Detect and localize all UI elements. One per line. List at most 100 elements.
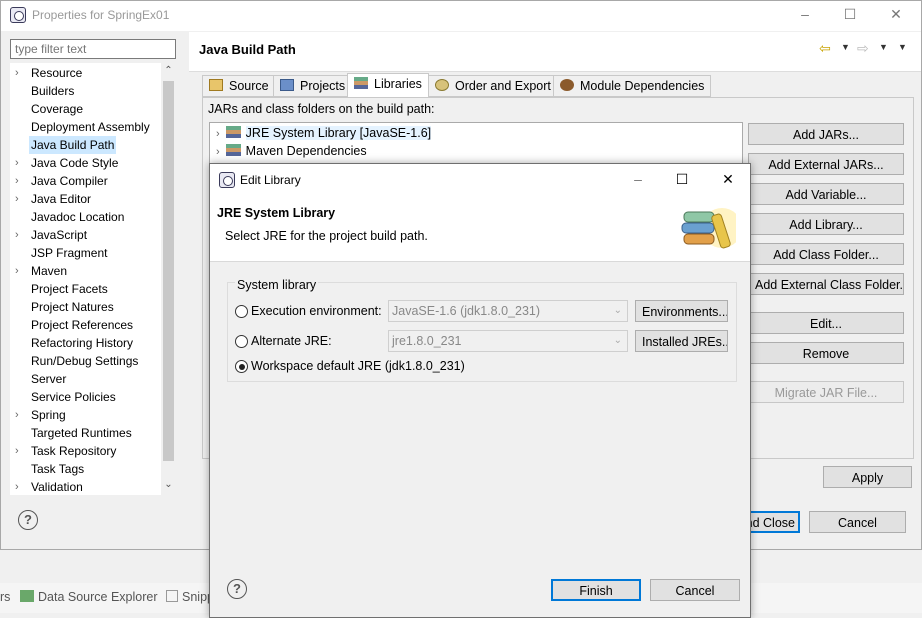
- tree-item[interactable]: Deployment Assembly: [10, 118, 160, 136]
- add-library-button[interactable]: Add Library...: [748, 213, 904, 235]
- execution-environment-label: Execution environment:: [251, 304, 382, 318]
- dialog-heading: JRE System Library: [217, 206, 336, 220]
- help-icon[interactable]: ?: [227, 579, 247, 599]
- tree-item[interactable]: Refactoring History: [10, 334, 160, 352]
- add-jars-button[interactable]: Add JARs...: [748, 123, 904, 145]
- expand-chevron-icon[interactable]: ›: [15, 478, 19, 495]
- apply-button[interactable]: Apply: [823, 466, 912, 488]
- tree-item-label: Targeted Runtimes: [31, 426, 132, 440]
- tab-order-and-export[interactable]: Order and Export: [428, 75, 558, 97]
- tree-item-label: Refactoring History: [31, 336, 134, 350]
- module-icon: [560, 79, 574, 91]
- expand-chevron-icon[interactable]: ›: [15, 226, 19, 244]
- remove-button[interactable]: Remove: [748, 342, 904, 364]
- workspace-default-radio[interactable]: [235, 360, 248, 373]
- back-arrow-icon[interactable]: ⇦: [819, 40, 831, 57]
- tree-item-label: Project Natures: [31, 300, 114, 314]
- expand-chevron-icon[interactable]: ›: [15, 190, 19, 208]
- forward-arrow-icon[interactable]: ⇨: [857, 40, 869, 57]
- tree-item[interactable]: › JavaScript: [10, 226, 160, 244]
- back-dropdown-icon[interactable]: ▼: [841, 42, 850, 52]
- tree-item[interactable]: › Validation: [10, 478, 160, 495]
- tree-item-label: Task Tags: [31, 462, 85, 476]
- tree-item[interactable]: Builders: [10, 82, 160, 100]
- tree-item[interactable]: Task Tags: [10, 460, 160, 478]
- tree-item[interactable]: Javadoc Location: [10, 208, 160, 226]
- tree-item[interactable]: › Task Repository: [10, 442, 160, 460]
- tree-item[interactable]: Project References: [10, 316, 160, 334]
- tree-item[interactable]: › Spring: [10, 406, 160, 424]
- view-menu-icon[interactable]: ▼: [898, 42, 907, 52]
- tree-item[interactable]: Project Facets: [10, 280, 160, 298]
- forward-dropdown-icon[interactable]: ▼: [879, 42, 888, 52]
- finish-button[interactable]: Finish: [551, 579, 641, 601]
- workspace-default-label: Workspace default JRE (jdk1.8.0_231): [251, 359, 465, 373]
- order-export-icon: [435, 79, 449, 91]
- tree-item[interactable]: › Resource: [10, 64, 160, 82]
- expand-chevron-icon[interactable]: ›: [216, 146, 220, 158]
- tree-item[interactable]: › Java Compiler: [10, 172, 160, 190]
- add-external-class-folder-button[interactable]: Add External Class Folder...: [748, 273, 904, 295]
- view-tab-fragment[interactable]: rs: [0, 590, 10, 604]
- tab-libraries[interactable]: Libraries: [347, 73, 429, 98]
- add-external-jars-button[interactable]: Add External JARs...: [748, 153, 904, 175]
- execution-environment-radio[interactable]: [235, 305, 248, 318]
- close-icon[interactable]: ✕: [888, 6, 904, 22]
- environments-button[interactable]: Environments...: [635, 300, 728, 322]
- tab-source[interactable]: Source: [202, 75, 276, 97]
- tree-item[interactable]: Coverage: [10, 100, 160, 118]
- add-variable-button[interactable]: Add Variable...: [748, 183, 904, 205]
- tree-item-label: Coverage: [31, 102, 84, 116]
- expand-chevron-icon[interactable]: ›: [15, 262, 19, 280]
- expand-chevron-icon[interactable]: ›: [15, 442, 19, 460]
- alternate-jre-combo[interactable]: jre1.8.0_231 ⌄: [388, 330, 628, 352]
- expand-chevron-icon[interactable]: ›: [216, 128, 220, 140]
- filter-input[interactable]: [10, 39, 176, 59]
- maximize-icon[interactable]: ☐: [674, 171, 690, 187]
- view-tab-snippets[interactable]: Snipp: [166, 590, 214, 604]
- tree-item-label: Java Compiler: [31, 174, 108, 188]
- maximize-icon[interactable]: ☐: [842, 6, 858, 22]
- tree-item[interactable]: JSP Fragment: [10, 244, 160, 262]
- minimize-icon[interactable]: –: [630, 171, 646, 187]
- tree-item[interactable]: Server: [10, 370, 160, 388]
- tree-item[interactable]: Run/Debug Settings: [10, 352, 160, 370]
- library-row-maven[interactable]: › Maven Dependencies: [216, 142, 367, 160]
- cancel-button[interactable]: Cancel: [809, 511, 906, 533]
- expand-chevron-icon[interactable]: ›: [15, 64, 19, 82]
- chevron-down-icon: ⌄: [613, 335, 622, 346]
- close-icon[interactable]: ✕: [720, 171, 736, 187]
- execution-environment-combo[interactable]: JavaSE-1.6 (jdk1.8.0_231) ⌄: [388, 300, 628, 322]
- scroll-thumb[interactable]: [163, 81, 174, 461]
- installed-jres-button[interactable]: Installed JREs...: [635, 330, 728, 352]
- eclipse-app-icon: [10, 7, 26, 23]
- tree-scrollbar[interactable]: ⌃ ⌄: [161, 63, 176, 495]
- tree-item[interactable]: Project Natures: [10, 298, 160, 316]
- help-icon[interactable]: ?: [18, 510, 38, 530]
- tree-item[interactable]: Java Build Path: [10, 136, 160, 154]
- minimize-icon[interactable]: –: [797, 6, 813, 22]
- library-row-jre[interactable]: › JRE System Library [JavaSE-1.6]: [216, 124, 432, 142]
- expand-chevron-icon[interactable]: ›: [15, 172, 19, 190]
- tree-item-label: Deployment Assembly: [31, 120, 150, 134]
- projects-folder-icon: [280, 79, 294, 91]
- tree-item[interactable]: Service Policies: [10, 388, 160, 406]
- expand-chevron-icon[interactable]: ›: [15, 154, 19, 172]
- tab-projects[interactable]: Projects: [273, 75, 353, 97]
- tree-item[interactable]: › Java Editor: [10, 190, 160, 208]
- tree-item[interactable]: › Maven: [10, 262, 160, 280]
- edit-button[interactable]: Edit...: [748, 312, 904, 334]
- view-tab-data-source-explorer[interactable]: Data Source Explorer: [20, 590, 158, 604]
- expand-chevron-icon[interactable]: ›: [15, 406, 19, 424]
- tree-item[interactable]: Targeted Runtimes: [10, 424, 160, 442]
- add-class-folder-button[interactable]: Add Class Folder...: [748, 243, 904, 265]
- tab-module-dependencies[interactable]: Module Dependencies: [553, 75, 712, 97]
- migrate-jar-button[interactable]: Migrate JAR File...: [748, 381, 904, 403]
- alternate-jre-radio[interactable]: [235, 335, 248, 348]
- scroll-down-icon[interactable]: ⌄: [162, 479, 175, 490]
- scroll-up-icon[interactable]: ⌃: [162, 65, 175, 76]
- tree-item[interactable]: › Java Code Style: [10, 154, 160, 172]
- tree-item-label: Task Repository: [31, 444, 117, 458]
- dialog-description: Select JRE for the project build path.: [225, 229, 428, 243]
- dialog-cancel-button[interactable]: Cancel: [650, 579, 740, 601]
